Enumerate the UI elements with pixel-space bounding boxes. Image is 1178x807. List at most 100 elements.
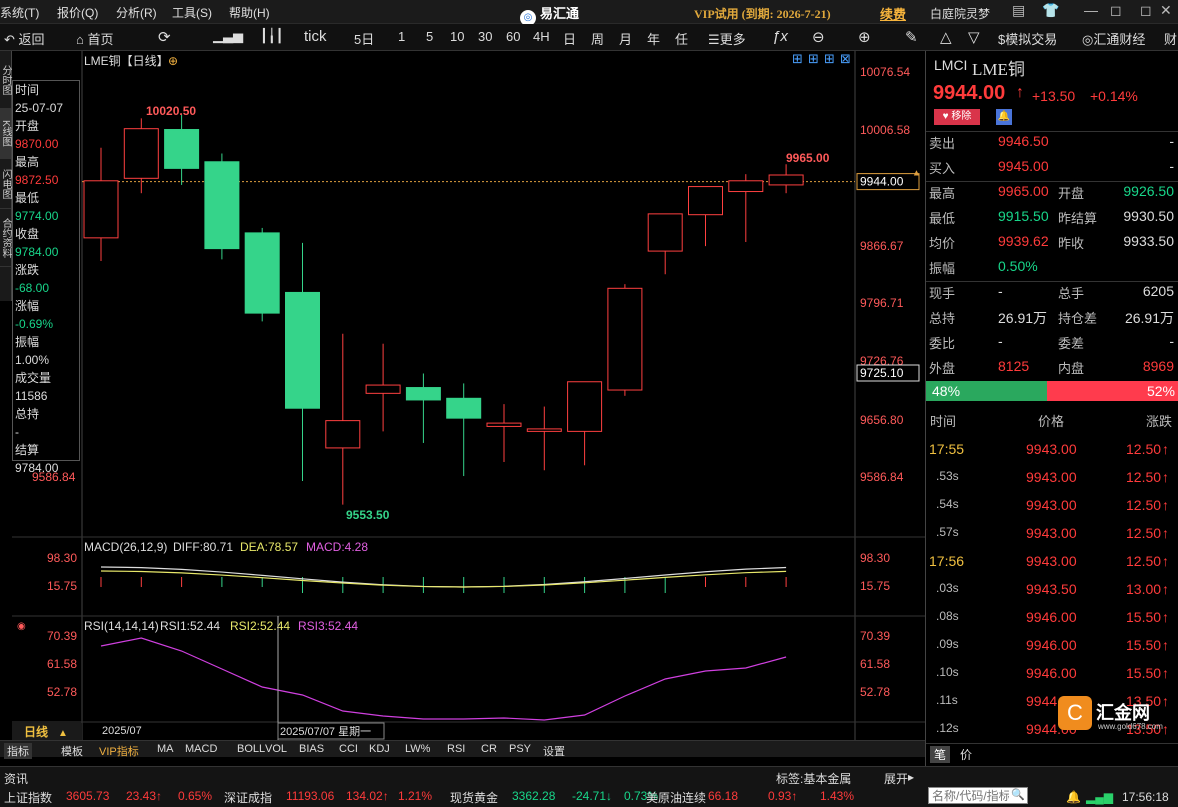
more-button[interactable]: ☰更多 [708,29,746,48]
quote-row-label2-9: 内盘 [1058,361,1085,376]
index-name[interactable]: 美原油连续 [646,789,706,806]
period-week[interactable]: 周 [591,29,604,48]
sim-trade-button[interactable]: $模拟交易 [998,29,1057,48]
info-label-8: 成交量 [15,371,52,385]
info-value-10: 9784.00 [15,461,59,475]
candle-body [123,128,159,179]
status-bar: 资讯 标签:基本金属 展开 ▸ 🔍 🔔 ▂▄▆ 17:56:18 上证指数 360… [0,766,1178,807]
period-day[interactable]: 日 [563,29,576,48]
tick-time: .10s [936,665,959,679]
alert-bell-icon[interactable]: 🔔 [996,109,1012,125]
search-box[interactable]: 🔍 [928,787,1028,804]
tab-12[interactable]: CR [478,743,500,755]
quote-row-label1-5: 振幅 [929,261,956,276]
news-label[interactable]: 资讯 [4,770,28,787]
period-5day[interactable]: 5日 [354,29,374,48]
user-name[interactable]: 白庭院灵梦 [930,5,990,22]
search-icon[interactable]: 🔍 [1011,788,1025,801]
zoom-in-icon[interactable]: ⊕ [858,28,871,46]
index-name[interactable]: 深证成指 [224,789,272,806]
expand-button[interactable]: 展开 [884,770,908,787]
tab-prices[interactable]: 价 [960,746,972,763]
menu-help[interactable]: 帮助(H) [229,4,270,21]
skin-icon[interactable]: ▤ [1012,2,1025,19]
tag-label: 标签:基本金属 [776,772,852,786]
tab-7[interactable]: BIAS [296,743,327,755]
candlestick-icon[interactable]: ┃╽┃ [260,28,283,44]
menu-system[interactable]: 系统(T) [0,4,39,21]
close-icon[interactable]: ✕ [1160,2,1172,19]
search-input[interactable] [929,788,1009,803]
tab-13[interactable]: PSY [506,743,534,755]
period-custom[interactable]: 任 [675,29,688,48]
shirt-icon[interactable]: 👕 [1042,2,1059,19]
nav-kline[interactable]: K线图 [0,109,11,159]
period-10min[interactable]: 10 [450,29,464,44]
tab-trades[interactable]: 笔 [930,746,951,763]
period-year[interactable]: 年 [647,29,660,48]
quote-row-label1-8: 委比 [929,336,956,351]
menu-analysis[interactable]: 分析(R) [116,4,157,21]
quote-row-label2-7: 持仓差 [1058,311,1098,326]
zoom-out-icon[interactable]: ⊖ [812,28,825,46]
tab-0[interactable]: 指标 [4,743,32,759]
period-60min[interactable]: 60 [506,29,520,44]
tab-2[interactable]: VIP指标 [96,743,142,759]
tick-button[interactable]: tick [304,28,327,45]
huitong-news-button[interactable]: ◎汇通财经 [1082,29,1145,48]
tab-6[interactable]: VOL [262,743,290,755]
outer-pct: 48% [932,383,961,399]
bar-chart-icon[interactable]: ▁▃▅ [213,28,243,44]
index-name[interactable]: 上证指数 [4,789,52,806]
kline-chart[interactable]: LME铜【日线】 ⊕ ⊞ ⊞ ⊞ ⊠ 10076.54 10006.58 9866.67 9796… [0,51,925,740]
brand-url: www.gold678.com [1098,722,1163,731]
remove-watch-button[interactable]: ♥ 移除 [934,109,980,125]
maximize-icon[interactable]: ◻ [1140,2,1152,19]
tab-10[interactable]: LW% [402,743,433,755]
tab-14[interactable]: 设置 [540,743,568,759]
tab-1[interactable]: 模板 [58,743,86,759]
candle-body [486,422,522,427]
tab-11[interactable]: RSI [444,743,468,755]
app-window: 系统(T) 报价(Q) 分析(R) 工具(S) 帮助(H) ◎ 易汇通 VIP试用… [0,0,1178,807]
restore-icon[interactable]: ◻ [1110,2,1122,19]
period-4h[interactable]: 4H [533,29,550,44]
period-month[interactable]: 月 [619,29,632,48]
menu-quote[interactable]: 报价(Q) [57,4,98,21]
menu-tools[interactable]: 工具(S) [172,4,212,21]
candle-body [768,174,804,186]
quote-row-label1-3: 最低 [929,211,956,226]
nav-timeline[interactable]: 分时图 [0,51,11,109]
period-1min[interactable]: 1 [398,29,405,44]
home-button[interactable]: ⌂ 首页 [76,29,114,48]
refresh-icon[interactable]: ⟳ [158,28,171,46]
tick-time: .08s [936,609,959,623]
chart-area[interactable]: LME铜【日线】 ⊕ ⊞ ⊞ ⊞ ⊠ 10076.54 10006.58 9866.67 9796… [0,51,925,740]
quote-row-value2-8: - [1169,333,1174,349]
triangle-down-icon[interactable]: ▽ [968,28,980,46]
minimize-icon[interactable]: — [1084,2,1098,18]
tab-3[interactable]: MA [154,743,177,755]
index-name[interactable]: 现货黄金 [450,789,498,806]
tick-up-arrow-icon: ↑ [1162,665,1169,681]
candle-body [365,384,401,394]
formula-icon[interactable]: ƒx [772,28,788,45]
tab-4[interactable]: MACD [182,743,220,755]
renew-link[interactable]: 续费 [880,4,906,23]
tab-9[interactable]: KDJ [366,743,393,755]
tab-8[interactable]: CCI [336,743,361,755]
huitong-news-label: 汇通财经 [1093,32,1146,47]
quote-row-value2-1: - [1169,158,1174,174]
quote-row-label2-3: 昨结算 [1058,211,1098,226]
period-5min[interactable]: 5 [426,29,433,44]
draw-pen-icon[interactable]: ✎ [905,28,918,46]
triangle-up-icon[interactable]: △ [940,28,952,46]
nav-contract[interactable]: 合约资料 [0,209,11,267]
back-button[interactable]: ↶ 返回 [4,29,45,48]
home-icon: ⌂ [76,32,84,47]
finance-more-button[interactable]: 财 [1164,29,1177,48]
period-30min[interactable]: 30 [478,29,492,44]
nav-flash[interactable]: 闪电图 [0,159,11,209]
expand-arrow-icon[interactable]: ▸ [908,770,914,784]
bell-icon[interactable]: 🔔 [1066,790,1081,804]
